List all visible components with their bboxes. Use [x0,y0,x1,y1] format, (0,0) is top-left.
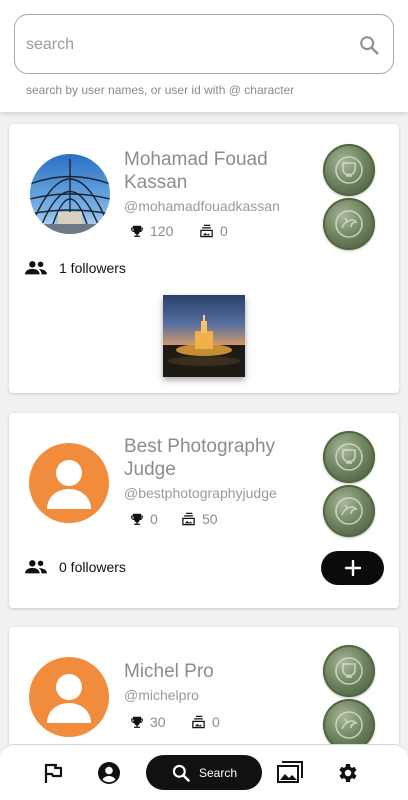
default-avatar-icon [47,460,91,509]
avatar-photo-icon [30,154,110,234]
award-badge[interactable] [323,431,375,483]
followers-count[interactable]: 0 followers [25,559,126,575]
search-hint: search by user names, or user id with @ … [26,83,295,97]
trophy-count: 0 [150,511,158,527]
search-icon [172,764,190,782]
user-name[interactable]: Best Photography Judge [124,435,314,481]
bottom-navigation: Search [0,744,408,800]
award-badge[interactable] [323,485,375,537]
avatar[interactable] [29,657,109,737]
photo-stack-icon [200,224,213,238]
trophy-stat: 120 [130,223,173,239]
user-handle: @bestphotographyjudge [124,485,277,501]
photos-stat: 0 [191,714,220,730]
follow-button[interactable] [321,551,384,585]
search-header: search by user names, or user id with @ … [0,0,408,112]
trophy-count: 120 [150,223,174,239]
photo-stack-icon [182,512,195,526]
award-emblem-icon [335,443,363,471]
user-handle: @mohamadfouadkassan [124,198,280,214]
user-card[interactable]: Mohamad Fouad Kassan @mohamadfouadkassan… [9,124,399,393]
user-name[interactable]: Mohamad Fouad Kassan [124,148,314,194]
settings-icon[interactable] [335,761,359,785]
award-emblem-icon [335,156,363,184]
trophy-icon [131,716,143,728]
user-name[interactable]: Michel Pro [124,660,314,683]
gallery-icon[interactable] [277,761,303,785]
photo-thumbnail[interactable] [163,295,245,377]
people-icon [25,560,47,574]
photo-count: 0 [212,714,220,730]
followers-count[interactable]: 1 followers [25,260,126,276]
photos-stat: 0 [199,223,228,239]
followers-label: 0 followers [59,559,126,575]
user-card[interactable]: Best Photography Judge @bestphotographyj… [9,413,399,608]
trophy-stat: 0 [130,511,158,527]
trophy-icon [131,225,143,237]
account-icon[interactable] [97,761,121,785]
award-emblem-icon [335,210,363,238]
search-input[interactable] [26,33,346,57]
award-emblem-icon [335,711,363,739]
avatar[interactable] [29,443,109,523]
nav-search-label: Search [198,765,238,780]
search-box[interactable] [14,14,394,74]
search-icon[interactable] [358,34,380,56]
plus-icon [344,560,361,576]
avatar[interactable] [30,154,110,234]
default-avatar-icon [47,674,91,723]
award-badge[interactable] [323,198,375,250]
photo-count: 50 [202,511,218,527]
award-emblem-icon [335,497,363,525]
trophy-stat: 30 [130,714,166,730]
nav-search-button[interactable]: Search [146,755,262,790]
photo-count: 0 [220,223,228,239]
award-badge[interactable] [323,144,375,196]
people-icon [25,261,47,275]
followers-label: 1 followers [59,260,126,276]
trophy-icon [131,513,143,525]
photos-stat: 50 [181,511,218,527]
award-badge[interactable] [323,645,375,697]
flag-icon[interactable] [41,761,65,785]
award-emblem-icon [335,657,363,685]
fountain-photo-icon [163,315,245,377]
user-handle: @michelpro [124,687,199,703]
photo-stack-icon [192,715,205,729]
trophy-count: 30 [150,714,166,730]
